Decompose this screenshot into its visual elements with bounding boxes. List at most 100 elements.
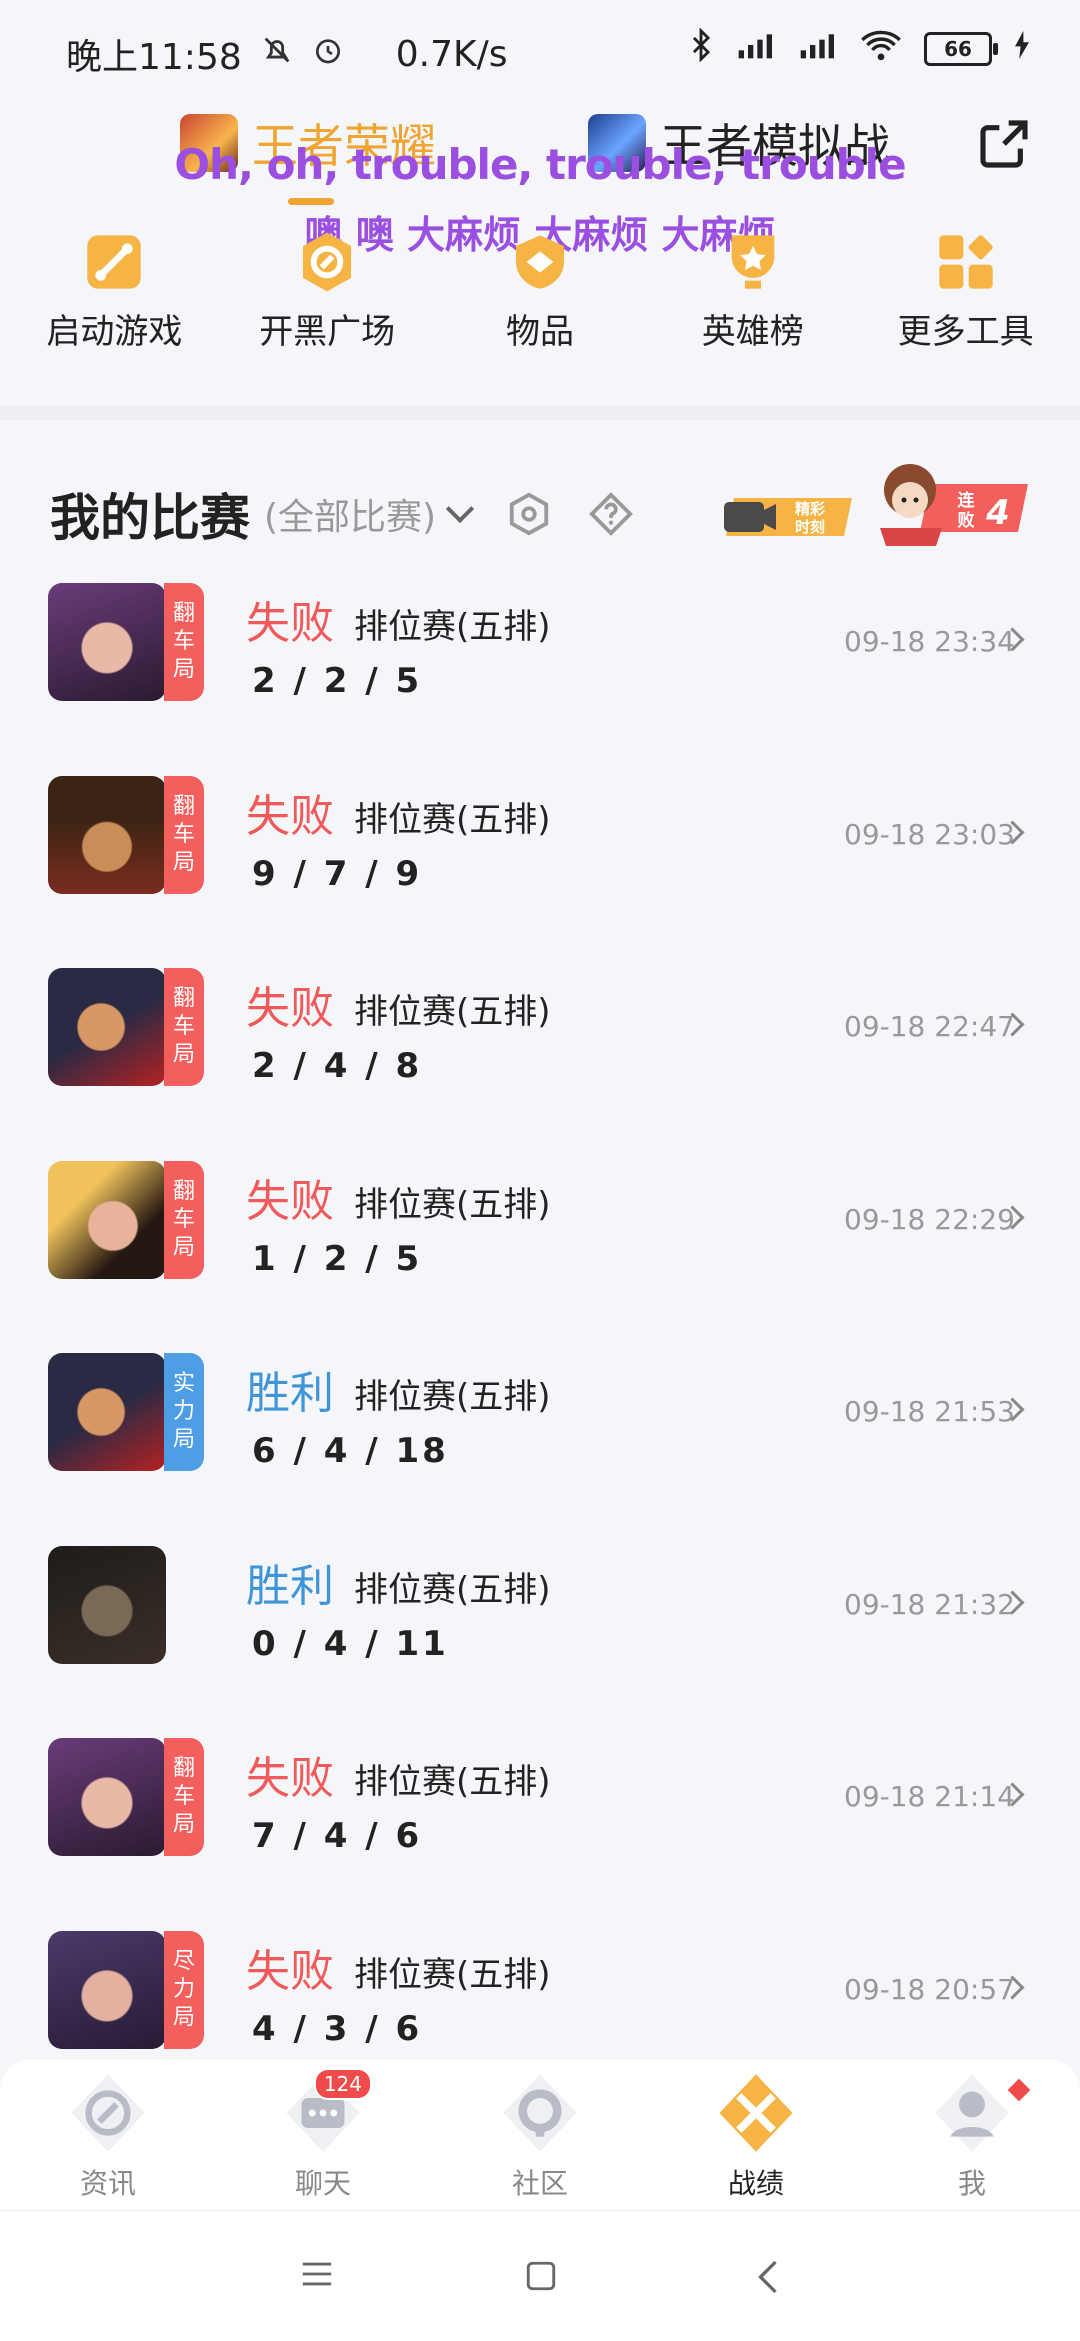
- tool-label: 英雄榜: [701, 312, 804, 352]
- team-square-icon: [295, 230, 359, 294]
- bluetooth-icon: [688, 27, 714, 70]
- match-tag: 翻车局: [164, 968, 204, 1086]
- match-mode: 排位赛(五排): [354, 1569, 551, 1610]
- alarm-icon: [312, 34, 344, 74]
- match-result: 失败: [246, 1945, 334, 1997]
- tool-items[interactable]: 物品: [440, 222, 640, 372]
- tool-label: 启动游戏: [46, 312, 183, 352]
- match-row[interactable]: 实力局 胜利 排位赛(五排) 6 / 4 / 18 09-18 21:53: [0, 1345, 1080, 1538]
- nav-profile[interactable]: 我: [912, 2070, 1032, 2202]
- clock: 晚上11:58: [66, 37, 242, 78]
- match-result: 失败: [246, 790, 334, 842]
- match-row[interactable]: 胜利 排位赛(五排) 0 / 4 / 11 09-18 21:32: [0, 1538, 1080, 1731]
- match-mode: 排位赛(五排): [354, 1762, 551, 1802]
- menu-icon[interactable]: [300, 2259, 334, 2293]
- svg-text:精彩: 精彩: [795, 500, 825, 518]
- highlight-moments-banner[interactable]: 精彩 时刻: [720, 490, 856, 544]
- home-icon[interactable]: [524, 2259, 558, 2297]
- match-time: 09-18 21:14: [844, 1780, 1015, 1813]
- bottom-nav: 资讯 124 聊天 社区 战绩 我: [0, 2060, 1080, 2210]
- match-result: 失败: [246, 983, 334, 1034]
- match-time: 09-18 22:29: [844, 1202, 1015, 1236]
- status-left: 晚上11:58 0.7K/s: [66, 28, 508, 80]
- match-time: 09-18 21:53: [844, 1395, 1015, 1428]
- mute-bell-icon: [260, 33, 294, 75]
- match-tag: 实力局: [164, 1353, 204, 1471]
- match-row[interactable]: 翻车局 失败 排位赛(五排) 7 / 4 / 6 09-18 21:14: [0, 1730, 1080, 1923]
- match-mode: 排位赛(五排): [354, 992, 551, 1032]
- svg-text:时刻: 时刻: [795, 518, 825, 536]
- nav-label: 我: [957, 2167, 986, 2200]
- unread-badge: 124: [313, 2068, 372, 2100]
- match-kda: 6 / 4 / 18: [252, 1431, 449, 1471]
- help-icon[interactable]: [588, 491, 634, 537]
- profile-icon: [929, 2070, 1031, 2156]
- lyric-overlay-english: Oh, oh, trouble, trouble, trouble: [174, 140, 906, 189]
- battery-icon: 66: [924, 32, 998, 66]
- match-result: 失败: [246, 1175, 334, 1227]
- signal-hd-icon: [736, 29, 776, 69]
- svg-text:4: 4: [985, 493, 1010, 533]
- svg-text:连: 连: [958, 490, 976, 511]
- losing-streak-badge[interactable]: 连 败 4: [870, 448, 1030, 548]
- match-kda: 4 / 3 / 6: [252, 2008, 423, 2049]
- match-result: 失败: [246, 1753, 334, 1804]
- match-kda: 7 / 4 / 6: [252, 1816, 423, 1856]
- tool-hero-ranking[interactable]: 英雄榜: [653, 222, 853, 372]
- news-icon: [65, 2070, 151, 2156]
- match-kda: 2 / 4 / 8: [252, 1046, 423, 1086]
- status-right: 66: [688, 27, 1030, 70]
- nav-community[interactable]: 社区: [480, 2070, 600, 2202]
- match-mode: 排位赛(五排): [354, 799, 551, 840]
- match-time: 09-18 23:34: [844, 625, 1015, 658]
- match-result: 失败: [246, 598, 334, 649]
- tool-more-tools[interactable]: 更多工具: [866, 222, 1066, 372]
- match-row[interactable]: 翻车局 失败 排位赛(五排) 9 / 7 / 9 09-18 23:03: [0, 768, 1080, 961]
- match-row[interactable]: 翻车局 失败 排位赛(五排) 2 / 4 / 8 09-18 22:47: [0, 960, 1080, 1153]
- nav-label: 资讯: [79, 2167, 136, 2200]
- hero-portrait: [48, 1738, 166, 1856]
- charging-icon: [1014, 31, 1030, 67]
- tool-label: 开黑广场: [259, 312, 396, 352]
- record-icon: [713, 2070, 799, 2156]
- match-kda: 2 / 2 / 5: [252, 661, 423, 701]
- chevron-down-icon[interactable]: [445, 494, 475, 524]
- match-time: 09-18 20:57: [844, 1972, 1015, 2006]
- nav-chat[interactable]: 124 聊天: [263, 2068, 383, 2202]
- hero-ranking-icon: [721, 230, 785, 294]
- settings-hex-icon[interactable]: [506, 491, 552, 537]
- quick-tools: 启动游戏 开黑广场 物品 英雄榜 更多工具: [0, 222, 1080, 372]
- back-icon[interactable]: [756, 2259, 780, 2299]
- tool-launch-game[interactable]: 启动游戏: [14, 222, 214, 372]
- section-divider: [0, 406, 1080, 420]
- match-mode: 排位赛(五排): [354, 607, 551, 647]
- match-result: 胜利: [246, 1368, 334, 1419]
- status-bar: 晚上11:58 0.7K/s 66: [0, 0, 1080, 100]
- match-kda: 0 / 4 / 11: [252, 1623, 449, 1664]
- nav-label: 聊天: [294, 2167, 351, 2200]
- match-tag: 尽力局: [164, 1930, 204, 2049]
- match-row[interactable]: 翻车局 失败 排位赛(五排) 1 / 2 / 5 09-18 22:29: [0, 1153, 1080, 1346]
- tool-team-square[interactable]: 开黑广场: [227, 222, 427, 372]
- battery-level: 66: [944, 37, 972, 61]
- match-result: 胜利: [246, 1560, 334, 1612]
- hero-portrait: [48, 1160, 166, 1279]
- nav-record[interactable]: 战绩: [696, 2070, 816, 2202]
- hero-portrait: [48, 583, 166, 701]
- network-speed: 0.7K/s: [395, 33, 508, 75]
- match-row[interactable]: 翻车局 失败 排位赛(五排) 2 / 2 / 5 09-18 23:34: [0, 575, 1080, 768]
- items-icon: [508, 230, 572, 294]
- match-tag: 翻车局: [164, 583, 204, 701]
- match-tag: 翻车局: [164, 1738, 204, 1856]
- svg-text:败: 败: [958, 510, 975, 531]
- match-time: 09-18 22:47: [844, 1010, 1015, 1043]
- match-time: 09-18 23:03: [844, 817, 1015, 851]
- match-kda: 9 / 7 / 9: [252, 853, 423, 894]
- hero-portrait: [48, 1353, 166, 1471]
- launch-game-icon: [82, 230, 146, 294]
- tool-label: 更多工具: [897, 312, 1034, 352]
- match-filter-dropdown[interactable]: (全部比赛): [264, 488, 436, 540]
- tool-label: 物品: [505, 312, 574, 352]
- nav-news[interactable]: 资讯: [48, 2070, 168, 2202]
- community-icon: [497, 2070, 583, 2156]
